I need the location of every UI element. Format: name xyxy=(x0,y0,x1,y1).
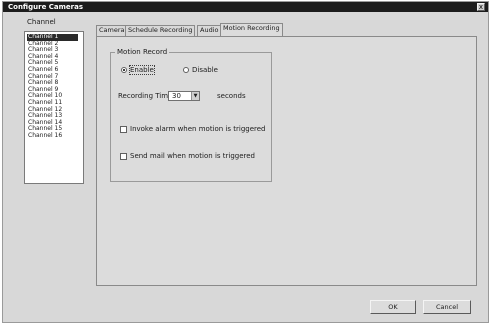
channel-list[interactable]: Channel 1 Channel 2 Channel 3 Channel 4 … xyxy=(24,31,84,184)
channel-item-16[interactable]: Channel 16 xyxy=(27,132,78,140)
enable-radio[interactable] xyxy=(121,67,127,73)
ok-button[interactable]: OK xyxy=(370,300,416,314)
close-button[interactable]: x xyxy=(477,3,485,11)
send-mail-checkbox[interactable] xyxy=(120,153,127,160)
tab-schedule-recording[interactable]: Schedule Recording xyxy=(125,25,196,36)
motion-record-group: Motion Record Enable Disable Recording T… xyxy=(110,48,272,182)
close-icon: x xyxy=(478,3,484,11)
chevron-down-icon[interactable]: ▼ xyxy=(191,92,199,100)
disable-radio[interactable] xyxy=(183,67,189,73)
recording-time-select[interactable]: 30 ▼ xyxy=(168,91,200,101)
invoke-alarm-checkbox[interactable] xyxy=(120,126,127,133)
motion-recording-panel: Motion Record Enable Disable Recording T… xyxy=(96,36,477,286)
tab-motion-recording[interactable]: Motion Recording xyxy=(220,23,283,36)
motion-record-group-title: Motion Record xyxy=(115,48,170,56)
send-mail-label[interactable]: Send mail when motion is triggered xyxy=(130,152,255,160)
recording-time-value: 30 xyxy=(172,92,181,100)
window-title: Configure Cameras xyxy=(8,3,83,11)
disable-label[interactable]: Disable xyxy=(192,66,218,74)
recording-time-label: Recording Time xyxy=(118,92,173,100)
invoke-alarm-label[interactable]: Invoke alarm when motion is triggered xyxy=(130,125,266,133)
enable-label[interactable]: Enable xyxy=(129,65,155,75)
tab-camera[interactable]: Camera xyxy=(96,25,128,36)
configure-cameras-dialog: Configure Cameras x Channel Channel 1 Ch… xyxy=(2,1,489,323)
tab-audio[interactable]: Audio xyxy=(197,25,222,36)
title-bar[interactable]: Configure Cameras x xyxy=(3,2,488,12)
channel-label: Channel xyxy=(27,18,56,26)
cancel-button[interactable]: Cancel xyxy=(423,300,471,314)
seconds-label: seconds xyxy=(217,92,246,100)
